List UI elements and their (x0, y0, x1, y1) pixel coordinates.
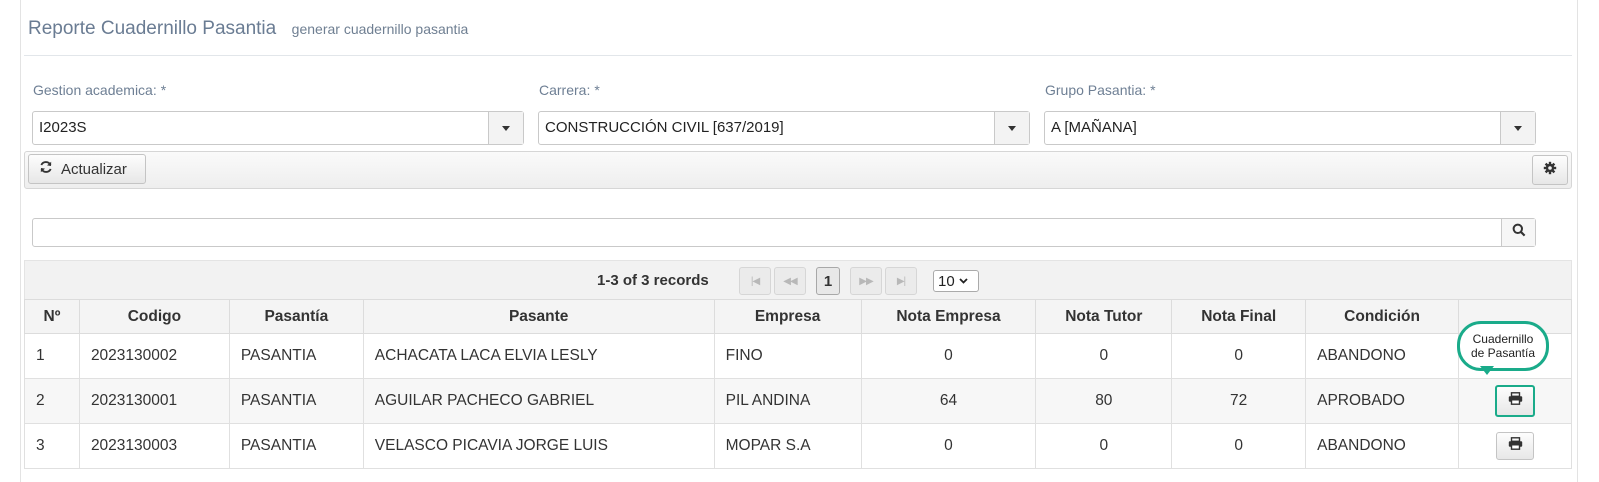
first-page-icon: |◀ (750, 275, 760, 287)
gestion-label: Gestion academica: * (33, 82, 167, 98)
print-cuadernillo-button[interactable] (1496, 432, 1535, 460)
caret-down-icon (1514, 125, 1522, 131)
cell-codigo: 2023130003 (78, 423, 230, 469)
prev-page-icon: ◀◀ (783, 275, 797, 287)
grupo-value: A [MAÑANA] (1051, 119, 1137, 136)
print-icon (1508, 437, 1523, 455)
cell-n: 3 (24, 423, 80, 469)
col-header[interactable]: Pasante (362, 299, 715, 334)
header-divider (24, 55, 1572, 56)
col-header[interactable]: Empresa (713, 299, 862, 334)
cell-pasante: ACHACATA LACA ELVIA LESLY (362, 333, 715, 379)
search-button[interactable] (1501, 219, 1535, 246)
cell-pasantia: PASANTIA (228, 378, 364, 424)
carrera-dropdown-button[interactable] (994, 112, 1029, 144)
chevron-down-icon (959, 276, 968, 286)
page-header: Reporte Cuadernillo Pasantia generar cua… (28, 18, 468, 44)
cell-n: 1 (24, 333, 80, 379)
records-count: 1-3 of 3 records (597, 272, 709, 289)
next-page-button[interactable]: ▶▶ (850, 267, 882, 295)
cell-pasantia: PASANTIA (228, 333, 364, 379)
search-icon (1512, 223, 1526, 242)
table-row[interactable]: 1 2023130002 PASANTIA ACHACATA LACA ELVI… (24, 333, 1572, 379)
cell-nota-empresa: 64 (860, 378, 1037, 424)
settings-button[interactable] (1532, 155, 1568, 185)
toolbar: Actualizar (24, 151, 1572, 189)
carrera-select[interactable]: CONSTRUCCIÓN CIVIL [637/2019] (538, 111, 1030, 145)
cell-condicion: ABANDONO (1305, 333, 1460, 379)
carrera-value: CONSTRUCCIÓN CIVIL [637/2019] (545, 119, 784, 136)
cell-codigo: 2023130002 (78, 333, 230, 379)
results-table: Nº Codigo Pasantía Pasante Empresa Nota … (24, 299, 1572, 469)
carrera-label: Carrera: * (539, 82, 600, 98)
last-page-icon: ▶| (896, 275, 906, 287)
cell-pasante: AGUILAR PACHECO GABRIEL (362, 378, 715, 424)
next-page-icon: ▶▶ (859, 275, 873, 287)
cell-condicion: APROBADO (1305, 378, 1460, 424)
pager: 1-3 of 3 records |◀ ◀◀ 1 ▶▶ ▶| 10 (24, 260, 1572, 300)
gestion-select[interactable]: I2023S (32, 111, 524, 145)
cell-nota-empresa: 0 (860, 333, 1037, 379)
cell-actions (1458, 378, 1572, 424)
col-header[interactable]: Nota Empresa (860, 299, 1037, 334)
current-page-button[interactable]: 1 (816, 267, 840, 295)
cell-nota-final: 72 (1171, 378, 1307, 424)
prev-page-button[interactable]: ◀◀ (774, 267, 806, 295)
refresh-label: Actualizar (61, 160, 127, 178)
cell-n: 2 (24, 378, 80, 424)
required-mark: * (594, 82, 600, 98)
cell-pasante: VELASCO PICAVIA JORGE LUIS (362, 423, 715, 469)
col-header[interactable]: Nº (24, 299, 80, 334)
cell-nota-final: 0 (1171, 333, 1307, 379)
page-size-value: 10 (938, 272, 955, 290)
gear-icon (1543, 161, 1557, 180)
table-row[interactable]: 3 2023130003 PASANTIA VELASCO PICAVIA JO… (24, 423, 1572, 469)
col-header[interactable]: Codigo (78, 299, 230, 334)
page-title: Reporte Cuadernillo Pasantia (28, 18, 277, 39)
table-row[interactable]: 2 2023130001 PASANTIA AGUILAR PACHECO GA… (24, 378, 1572, 424)
required-mark: * (1150, 82, 1156, 98)
cell-actions (1458, 423, 1572, 469)
page: Reporte Cuadernillo Pasantia generar cua… (0, 0, 1599, 482)
print-icon (1508, 392, 1523, 410)
col-header[interactable]: Nota Final (1171, 299, 1307, 334)
caret-down-icon (1008, 125, 1016, 131)
cell-nota-tutor: 0 (1035, 423, 1173, 469)
cell-condicion: ABANDONO (1305, 423, 1460, 469)
page-size-select[interactable]: 10 (933, 270, 979, 292)
col-header[interactable]: Condición (1305, 299, 1460, 334)
grupo-label: Grupo Pasantia: * (1045, 82, 1156, 98)
tooltip-tail (1480, 366, 1494, 375)
tooltip-line: de Pasantía (1470, 346, 1536, 360)
cell-empresa: FINO (713, 333, 862, 379)
refresh-button[interactable]: Actualizar (28, 154, 146, 184)
cell-nota-tutor: 0 (1035, 333, 1173, 379)
cell-nota-final: 0 (1171, 423, 1307, 469)
cell-pasantia: PASANTIA (228, 423, 364, 469)
tooltip-line: Cuadernillo (1472, 332, 1534, 346)
last-page-button[interactable]: ▶| (885, 267, 917, 295)
col-header[interactable]: Nota Tutor (1035, 299, 1173, 334)
cell-codigo: 2023130001 (78, 378, 230, 424)
grupo-dropdown-button[interactable] (1500, 112, 1535, 144)
table-header-row: Nº Codigo Pasantía Pasante Empresa Nota … (24, 299, 1572, 334)
first-page-button[interactable]: |◀ (739, 267, 771, 295)
grupo-select[interactable]: A [MAÑANA] (1044, 111, 1536, 145)
required-mark: * (160, 82, 167, 98)
gestion-value: I2023S (39, 119, 87, 136)
gestion-dropdown-button[interactable] (488, 112, 523, 144)
print-cuadernillo-button[interactable] (1495, 385, 1536, 417)
cell-empresa: MOPAR S.A (713, 423, 862, 469)
page-subtitle: generar cuadernillo pasantia (291, 21, 469, 37)
search-input[interactable] (32, 218, 1536, 247)
cell-nota-tutor: 80 (1035, 378, 1173, 424)
print-tooltip: Cuadernillo de Pasantía (1457, 321, 1549, 371)
cell-nota-empresa: 0 (860, 423, 1037, 469)
col-header[interactable]: Pasantía (228, 299, 364, 334)
caret-down-icon (502, 125, 510, 131)
cell-empresa: PIL ANDINA (713, 378, 862, 424)
refresh-icon (39, 160, 53, 178)
